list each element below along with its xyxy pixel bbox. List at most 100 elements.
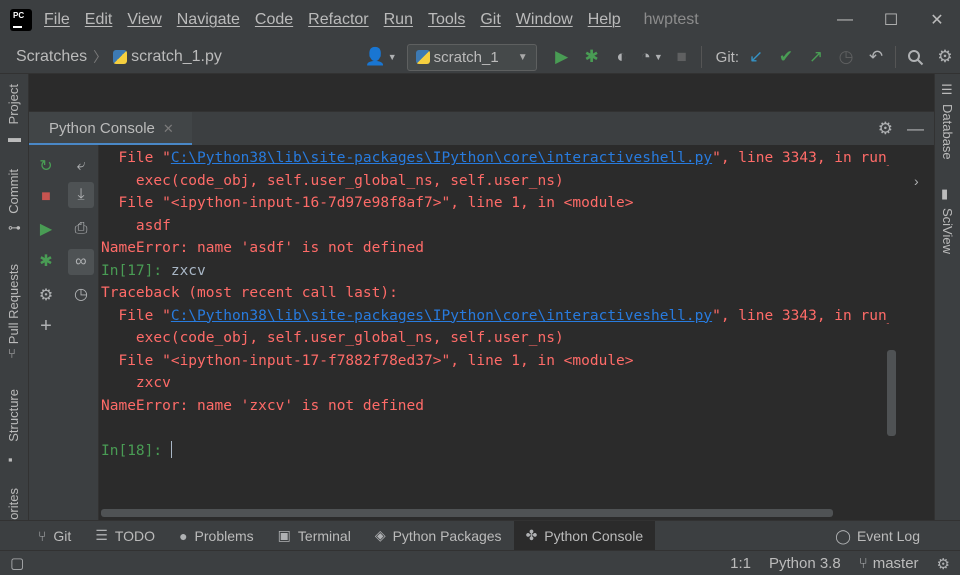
database-tool-tab[interactable]: Database [940, 104, 955, 160]
file-link[interactable]: C:\Python38\lib\site-packages\IPython\co… [171, 150, 712, 166]
vertical-scrollbar[interactable] [887, 350, 896, 436]
stop-icon[interactable]: ■ [667, 42, 697, 72]
bottom-tool-tabs: ⑂ Git ☰ TODO ● Problems ▣ Terminal ◈ Python P… [0, 520, 960, 551]
tab-python-console-bottom-label: Python Console [544, 527, 644, 544]
console-line: File "<ipython-input-17-f7882f78ed37>", … [101, 352, 634, 369]
debug-icon[interactable]: ✱ [577, 42, 607, 72]
close-button[interactable]: ✕ [914, 0, 960, 40]
execute-icon[interactable]: ▶ [33, 216, 59, 242]
stop-icon[interactable]: ■ [33, 184, 59, 210]
hide-icon[interactable]: — [907, 119, 924, 139]
console-actions-toolbar: ↻ ■ ▶ ✱ ⚙ + [29, 145, 63, 520]
console-input-text: zxcv [170, 262, 206, 279]
tab-todo[interactable]: ☰ TODO [83, 521, 167, 551]
layers-icon: ◈ [374, 527, 386, 543]
run-with-coverage-icon[interactable]: ◐ [607, 42, 637, 72]
folder-icon: ▬ [8, 130, 21, 145]
user-account-icon[interactable]: 👤 ▼ [361, 42, 401, 72]
git-push-icon[interactable]: ↗ [801, 42, 831, 72]
console-line: exec(code_obj, self.user_global_ns, self… [101, 330, 564, 346]
tab-python-console-bottom[interactable]: ✤ Python Console [513, 520, 656, 551]
run-icon[interactable]: ▶ [547, 42, 577, 72]
menu-navigate[interactable]: Navigate [177, 11, 240, 29]
console-output[interactable]: File "C:\Python38\lib\site-packages\IPyt… [99, 145, 889, 505]
tab-python-console-label: Python Console [49, 120, 155, 137]
favorites-tool-tab[interactable]: Favorites [6, 488, 21, 520]
pull-requests-tool-tab[interactable]: Pull Requests [6, 264, 21, 344]
tab-python-packages[interactable]: ◈ Python Packages [363, 521, 514, 551]
rerun-icon[interactable]: ↻ [33, 153, 59, 179]
console-input-line[interactable]: In[18]: [101, 440, 172, 462]
sciview-tool-tab[interactable]: SciView [940, 208, 955, 254]
settings-gear-icon[interactable]: ⚙ [930, 42, 960, 72]
event-log-label: Event Log [856, 528, 920, 544]
pull-request-icon: ⑂ [8, 346, 16, 361]
debug-icon[interactable]: ✱ [33, 248, 59, 274]
minimize-button[interactable]: — [822, 0, 868, 40]
sciview-icon: ▮ [941, 186, 949, 201]
close-icon[interactable]: ✕ [163, 121, 174, 137]
menu-code[interactable]: Code [255, 11, 293, 29]
menu-edit[interactable]: Edit [85, 11, 113, 29]
project-tool-tab[interactable]: Project [6, 84, 21, 124]
structure-tool-tab[interactable]: Structure [6, 389, 21, 442]
git-commit-icon[interactable]: ✔ [771, 42, 801, 72]
commit-tool-tab[interactable]: Commit [6, 169, 21, 214]
breadcrumb-file[interactable]: scratch_1.py [131, 48, 222, 66]
tool-window-actions: ⚙ — [864, 112, 924, 146]
menu-window[interactable]: Window [516, 11, 573, 29]
console-line: File "C:\Python38\lib\site-packages\IPyt… [101, 150, 889, 166]
chevron-right-icon[interactable]: › [914, 173, 919, 189]
git-history-icon[interactable]: ◷ [831, 42, 861, 72]
menu-view[interactable]: View [127, 11, 161, 29]
breadcrumb-scratches[interactable]: Scratches [16, 48, 87, 66]
branch-icon: ⑂ [858, 555, 868, 572]
caret-position[interactable]: 1:1 [730, 555, 751, 572]
tab-terminal-label: Terminal [297, 527, 351, 544]
menu-git[interactable]: Git [480, 11, 500, 29]
menu-file[interactable]: File [44, 11, 70, 29]
search-icon[interactable] [900, 42, 930, 72]
event-log-button[interactable]: ◯ Event Log [835, 521, 920, 551]
tab-problems[interactable]: ● Problems [167, 521, 266, 551]
menu-tools[interactable]: Tools [428, 11, 465, 29]
settings-gear-icon[interactable]: ⚙ [33, 282, 59, 308]
soft-wrap-icon[interactable]: ⤶ [68, 153, 94, 179]
gear-icon[interactable]: ⚙ [878, 119, 893, 139]
console-line: In[17]: zxcv [101, 260, 206, 282]
menu-run[interactable]: Run [384, 11, 413, 29]
inspection-icon[interactable]: ⚙ [937, 555, 950, 573]
maximize-button[interactable]: ☐ [868, 0, 914, 40]
python-interpreter[interactable]: Python 3.8 [769, 555, 841, 572]
commit-icon: ⊶ [8, 220, 21, 235]
show-variables-icon[interactable]: ∞ [68, 249, 94, 275]
toggle-tool-windows-icon[interactable]: ▢ [10, 554, 24, 572]
tab-git[interactable]: ⑂ Git [26, 521, 83, 551]
status-bar-widgets: 1:1 Python 3.8 ⑂ master ⚙ [712, 551, 950, 575]
history-clock-icon[interactable]: ◷ [68, 281, 94, 307]
git-update-icon[interactable]: ↙ [741, 42, 771, 72]
add-icon[interactable]: + [33, 313, 59, 339]
horizontal-scrollbar[interactable] [101, 509, 833, 517]
tab-terminal[interactable]: ▣ Terminal [266, 521, 363, 551]
status-bar: ▢ 1:1 Python 3.8 ⑂ master ⚙ [0, 550, 960, 575]
git-branch-widget[interactable]: ⑂ master [859, 555, 919, 572]
console-line: File "<ipython-input-16-7d97e98f8af7>", … [101, 195, 634, 211]
rollback-icon[interactable]: ↶ [861, 42, 891, 72]
run-configuration-select[interactable]: scratch_1 ▼ [406, 43, 537, 71]
chevron-down-icon: ▼ [517, 51, 528, 63]
print-icon[interactable]: ⎙ [68, 216, 94, 242]
profile-icon[interactable]: ◔ ▼ [637, 42, 667, 72]
menu-refactor[interactable]: Refactor [308, 11, 368, 29]
console-line: NameError: name 'zxcv' is not defined [101, 397, 425, 414]
menu-help[interactable]: Help [588, 11, 621, 29]
main-toolbar: 👤 ▼ scratch_1 ▼ ▶ ✱ ◐ ◔ ▼ ■ Git: ↙ ✔ ↗ ◷ ↶… [361, 40, 960, 74]
tab-python-console[interactable]: Python Console ✕ [29, 111, 192, 146]
console-line: zxcv [101, 375, 171, 391]
window-controls: — ☐ ✕ [822, 0, 960, 40]
scroll-to-end-icon[interactable]: ⤓ [68, 182, 94, 208]
file-link[interactable]: C:\Python38\lib\site-packages\IPython\co… [171, 308, 712, 324]
favorites-tab-clip: Favorites [0, 488, 29, 520]
navigation-bar: Scratches 〉 scratch_1.py 👤 ▼ scratch_1 ▼ … [0, 40, 960, 74]
console-prompt: In[18]: [101, 442, 171, 459]
